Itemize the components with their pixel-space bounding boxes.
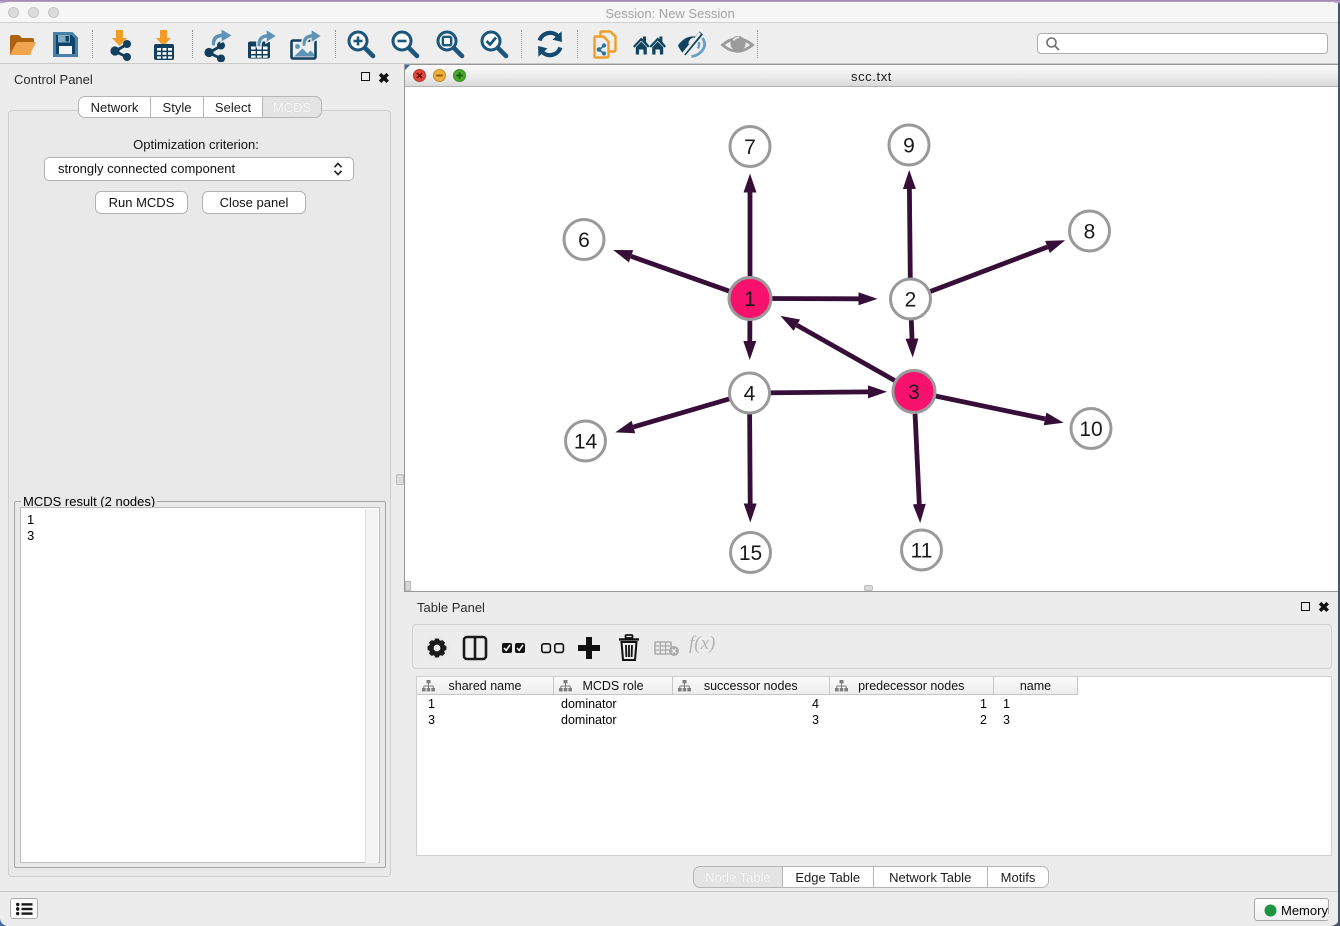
svg-text:10: 10 xyxy=(1079,418,1102,441)
svg-text:14: 14 xyxy=(574,431,598,454)
svg-text:1: 1 xyxy=(744,288,756,311)
svg-text:3: 3 xyxy=(908,381,920,404)
svg-text:7: 7 xyxy=(744,136,756,159)
svg-text:8: 8 xyxy=(1084,221,1096,244)
svg-text:9: 9 xyxy=(903,135,915,158)
svg-text:4: 4 xyxy=(744,383,756,406)
svg-text:15: 15 xyxy=(739,542,762,565)
svg-text:11: 11 xyxy=(911,540,933,563)
svg-text:6: 6 xyxy=(578,229,590,252)
svg-text:2: 2 xyxy=(905,289,917,312)
